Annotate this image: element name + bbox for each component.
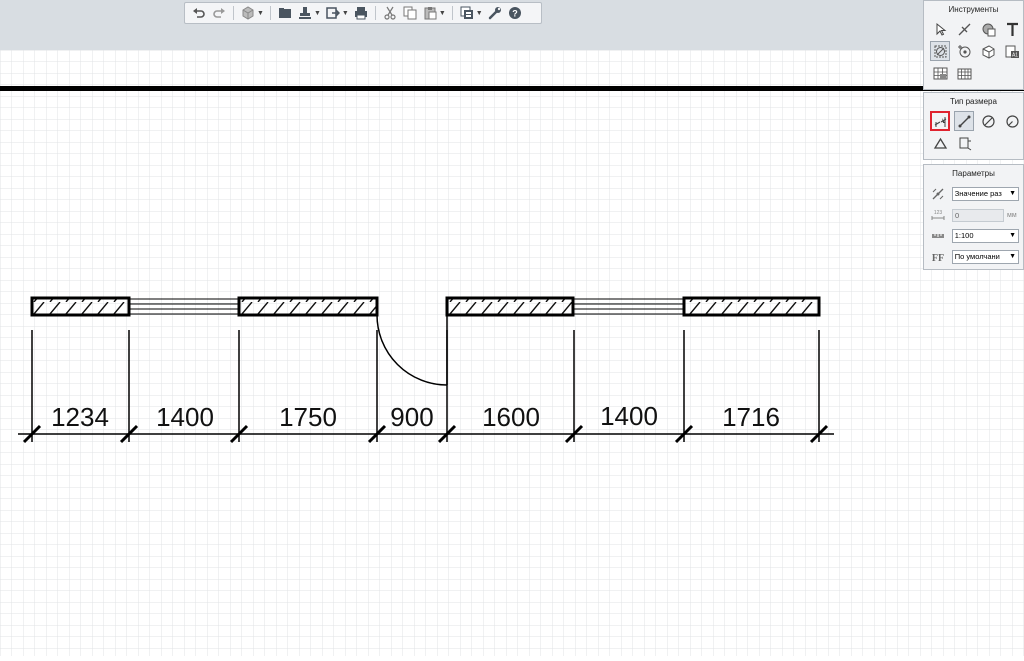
3d-view-icon[interactable] [239,4,257,22]
toolbar-separator [374,6,376,20]
font-row: FF По умолчани ▼ [924,247,1023,267]
table-grid-icon[interactable] [954,63,974,83]
scale-icon [928,228,948,244]
toolbar-separator [269,6,271,20]
copy-icon[interactable] [401,4,419,22]
offset-unit: мм [1007,211,1017,219]
table-image-icon[interactable] [930,63,950,83]
redo-icon[interactable] [210,4,228,22]
svg-text:FF: FF [932,253,944,264]
dimension-value[interactable]: 1600 [482,402,540,432]
dimension-value[interactable]: 1750 [279,402,337,432]
save-icon[interactable] [276,4,294,22]
svg-text:A1: A1 [1011,52,1017,58]
help-icon[interactable]: ? [506,4,524,22]
stamp-icon[interactable] [296,4,314,22]
sheet-a1-icon[interactable]: A1 [1002,41,1022,61]
drawing-svg[interactable]: 1234 1400 1750 900 1600 1400 1716 [0,50,1024,656]
dimension-value[interactable]: 1234 [51,402,109,432]
svg-text:123: 123 [934,210,943,216]
aligned-dimension-icon[interactable] [954,111,974,131]
parameters-panel: Параметры Значение раз ▼ 123 0 мм 1:100 ▼ … [923,164,1024,270]
toolbar-separator [233,6,234,20]
svg-text:?: ? [512,9,518,19]
text-tool-icon[interactable] [1002,19,1022,39]
angle-dimension-icon[interactable] [930,133,950,153]
layers-icon[interactable] [458,4,476,22]
wall-segment[interactable] [682,296,821,317]
text-offset-icon: 123 [928,207,948,223]
dimension-value[interactable]: 1400 [156,402,214,432]
offset-input[interactable]: 0 [952,208,1004,222]
leader-dimension-icon[interactable] [954,133,974,153]
dimension-value[interactable]: 1400 [600,401,658,431]
dimension-value[interactable]: 1716 [722,402,780,432]
diameter-dimension-icon[interactable] [978,111,998,131]
sheet-border-line [0,86,1024,91]
settings-wrench-icon[interactable] [486,4,504,22]
snap-point-icon[interactable] [954,41,974,61]
tools-panel-title: Инструменты [948,5,999,14]
toolbar-separator [451,6,453,20]
dropdown-arrow-icon[interactable]: ▼ [439,10,446,17]
value-mode-row: Значение раз ▼ [924,184,1023,204]
drawing-canvas[interactable]: 1234 1400 1750 900 1600 1400 1716 [0,50,1024,656]
dimension-type-title: Тип размера [950,97,997,106]
top-ribbon-area: ▼ ▼ ▼ ▼ ▼ ? [0,0,1024,50]
dimension-type-panel: Тип размера [923,92,1024,160]
offset-row: 123 0 мм [924,205,1023,225]
line-tool-icon[interactable] [954,19,974,39]
linear-dimension-icon[interactable] [930,111,950,131]
dropdown-arrow-icon[interactable]: ▼ [257,10,264,17]
value-mode-select[interactable]: Значение раз ▼ [951,187,1019,201]
scale-row: 1:100 ▼ [924,226,1023,246]
print-icon[interactable] [352,4,370,22]
dimension-value-icon [928,186,948,202]
paste-icon[interactable] [421,4,439,22]
wall-segment[interactable] [445,296,575,317]
export-icon[interactable] [324,4,342,22]
3d-box-icon[interactable] [978,41,998,61]
quick-toolbar: ▼ ▼ ▼ ▼ ▼ ? [184,2,542,24]
tools-panel: Инструменты A1 [923,0,1024,90]
grid-background [0,50,1024,656]
parameters-title: Параметры [952,169,995,178]
dimension-value[interactable]: 900 [390,402,433,432]
dropdown-arrow-icon[interactable]: ▼ [476,10,483,17]
dimension-diameter-icon[interactable] [930,41,950,61]
radius-dimension-icon[interactable] [1002,111,1022,131]
hatch-fill-icon[interactable] [978,19,998,39]
wall-segment[interactable] [30,296,131,317]
font-select[interactable]: По умолчани ▼ [951,250,1019,264]
dropdown-arrow-icon[interactable]: ▼ [342,10,349,17]
font-icon: FF [928,249,948,265]
wall-segment[interactable] [237,296,379,317]
scale-select[interactable]: 1:100 ▼ [951,229,1019,243]
dropdown-arrow-icon[interactable]: ▼ [314,10,321,17]
cut-icon[interactable] [381,4,399,22]
undo-icon[interactable] [190,4,208,22]
select-arrow-icon[interactable] [930,19,950,39]
